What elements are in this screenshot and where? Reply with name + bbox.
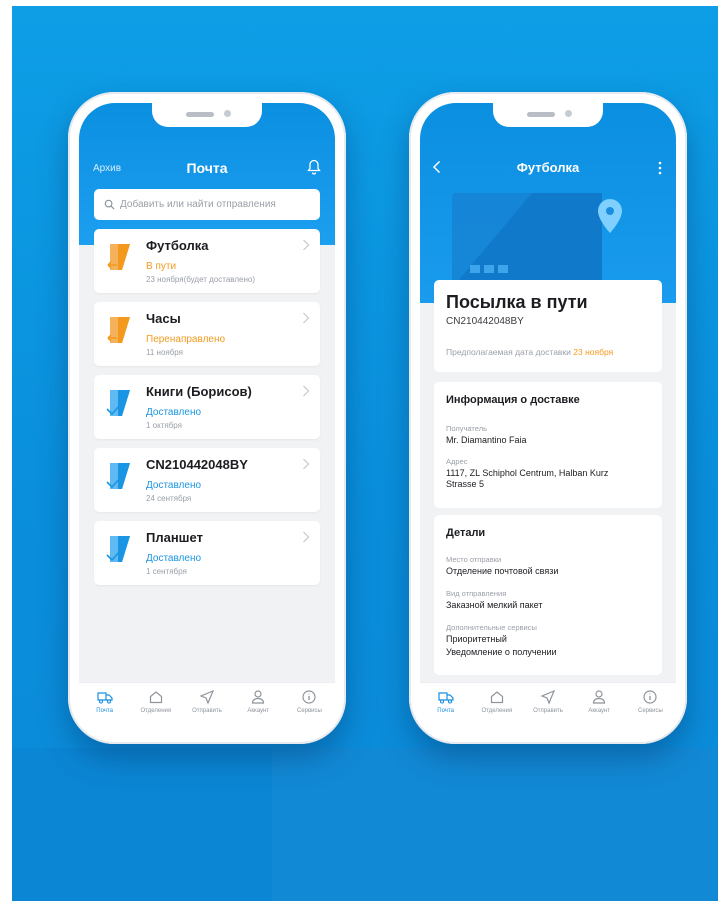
address-value: 1117, ZL Schiphol Centrum, Halban Kurz S…	[446, 468, 609, 489]
truck-icon	[96, 692, 113, 704]
tab-label: Аккаунт	[588, 708, 611, 714]
tab-label: Сервисы	[637, 708, 663, 714]
shipment-detail-screen: Футболка Посылка в пути CN210442048BY Пр…	[420, 103, 676, 733]
tab-mail[interactable]: Почта	[79, 683, 130, 733]
list-item[interactable]: Футболка В пути 23 ноября(будет доставле…	[94, 229, 320, 293]
section-title: Детали	[446, 527, 486, 539]
tab-account[interactable]: Аккаунт	[574, 683, 625, 733]
redirected-icon	[107, 317, 130, 343]
item-date: 24 сентября	[146, 494, 192, 503]
estimated-date: 23 ноября	[573, 347, 614, 357]
service-value: Приоритетный	[446, 634, 507, 644]
status-badge: Доставлено	[146, 553, 202, 564]
send-icon	[540, 689, 556, 705]
tab-label: Отделения	[140, 708, 172, 714]
home-icon	[490, 691, 503, 704]
status-badge: Доставлено	[146, 480, 202, 491]
item-title: Книги (Борисов)	[146, 384, 252, 399]
home-icon	[149, 691, 162, 704]
bell-icon[interactable]	[307, 159, 321, 175]
services-label: Дополнительные сервисы	[446, 623, 537, 632]
status-badge: В пути	[146, 261, 177, 272]
list-item[interactable]: Планшет Доставлено 1 сентября	[94, 521, 320, 585]
chevron-right-icon	[303, 312, 310, 324]
tab-label: Почта	[96, 708, 113, 714]
item-title: Футболка	[146, 238, 209, 253]
tab-offices[interactable]: Отделения	[471, 683, 522, 733]
info-icon	[302, 690, 317, 704]
tab-label: Сервисы	[296, 708, 322, 714]
floor-shadow	[12, 748, 718, 901]
status-badge: Перенаправлено	[146, 334, 226, 345]
mail-list-screen: Архив Почта Добавить или найти отправлен…	[79, 103, 335, 733]
type-value: Заказной мелкий пакет	[446, 600, 543, 610]
send-icon	[199, 689, 215, 705]
promo-background: Архив Почта Добавить или найти отправлен…	[12, 6, 718, 901]
in-transit-icon	[107, 244, 130, 270]
chevron-right-icon	[303, 458, 310, 470]
bottom-tab-bar: Почта Отделения Отправить Аккаунт Сервис…	[79, 682, 335, 733]
status-card: Посылка в пути CN210442048BY Предполагае…	[434, 280, 662, 372]
section-title: Информация о доставке	[446, 394, 580, 406]
delivered-icon	[106, 390, 130, 416]
chevron-right-icon	[303, 239, 310, 251]
delivery-info-card: Информация о доставке Получатель Mr. Dia…	[434, 382, 662, 508]
tab-services[interactable]: Сервисы	[284, 683, 335, 733]
page-title: Почта	[186, 160, 228, 176]
estimated-delivery: Предполагаемая дата доставки 23 ноября	[446, 347, 614, 357]
origin-value: Отделение почтовой связи	[446, 566, 559, 576]
details-card: Детали Место отправки Отделение почтовой…	[434, 515, 662, 675]
item-date: 1 сентября	[146, 567, 187, 576]
item-date: 11 ноября	[146, 348, 183, 357]
tab-label: Почта	[437, 708, 454, 714]
tab-send[interactable]: Отправить	[522, 683, 573, 733]
truck-icon	[437, 692, 454, 704]
type-label: Вид отправления	[446, 589, 507, 598]
list-item[interactable]: Книги (Борисов) Доставлено 1 октября	[94, 375, 320, 439]
tab-label: Отправить	[533, 708, 563, 714]
recipient-value: Mr. Diamantino Faia	[446, 435, 527, 445]
user-icon	[593, 690, 606, 704]
header-bar: Футболка	[420, 103, 676, 303]
tab-mail[interactable]: Почта	[420, 683, 471, 733]
tracking-number: CN210442048BY	[446, 316, 524, 327]
tab-label: Аккаунт	[247, 708, 270, 714]
tab-offices[interactable]: Отделения	[130, 683, 181, 733]
more-vertical-icon[interactable]	[658, 161, 662, 175]
page-title: Футболка	[516, 160, 580, 175]
item-date: 1 октября	[146, 421, 182, 430]
search-icon	[104, 199, 115, 210]
recipient-label: Получатель	[446, 424, 487, 433]
list-item[interactable]: CN210442048BY Доставлено 24 сентября	[94, 448, 320, 512]
item-title: Часы	[146, 311, 181, 326]
phone-notch	[493, 103, 603, 127]
list-item[interactable]: Часы Перенаправлено 11 ноября	[94, 302, 320, 366]
item-title: Планшет	[146, 530, 203, 545]
item-title: CN210442048BY	[146, 457, 248, 472]
tab-label: Отделения	[481, 708, 513, 714]
address-label: Адрес	[446, 457, 468, 466]
tab-account[interactable]: Аккаунт	[233, 683, 284, 733]
user-icon	[252, 690, 265, 704]
tab-send[interactable]: Отправить	[181, 683, 232, 733]
bottom-tab-bar: Почта Отделения Отправить Аккаунт Сервис…	[420, 682, 676, 733]
phone-right: Футболка Посылка в пути CN210442048BY Пр…	[409, 92, 687, 744]
phone-left: Архив Почта Добавить или найти отправлен…	[68, 92, 346, 744]
chevron-right-icon	[303, 531, 310, 543]
status-badge: Доставлено	[146, 407, 202, 418]
search-input[interactable]: Добавить или найти отправления	[94, 189, 320, 220]
origin-label: Место отправки	[446, 555, 502, 564]
delivered-icon	[106, 463, 130, 489]
status-heading: Посылка в пути	[446, 292, 588, 312]
search-placeholder: Добавить или найти отправления	[120, 199, 276, 210]
item-date: 23 ноября(будет доставлено)	[146, 275, 255, 284]
shipment-list: Футболка В пути 23 ноября(будет доставле…	[94, 229, 320, 594]
service-value: Уведомление о получении	[446, 647, 557, 657]
tab-label: Отправить	[192, 708, 222, 714]
tab-services[interactable]: Сервисы	[625, 683, 676, 733]
phone-notch	[152, 103, 262, 127]
info-icon	[643, 690, 658, 704]
chevron-right-icon	[303, 385, 310, 397]
delivered-icon	[106, 536, 130, 562]
